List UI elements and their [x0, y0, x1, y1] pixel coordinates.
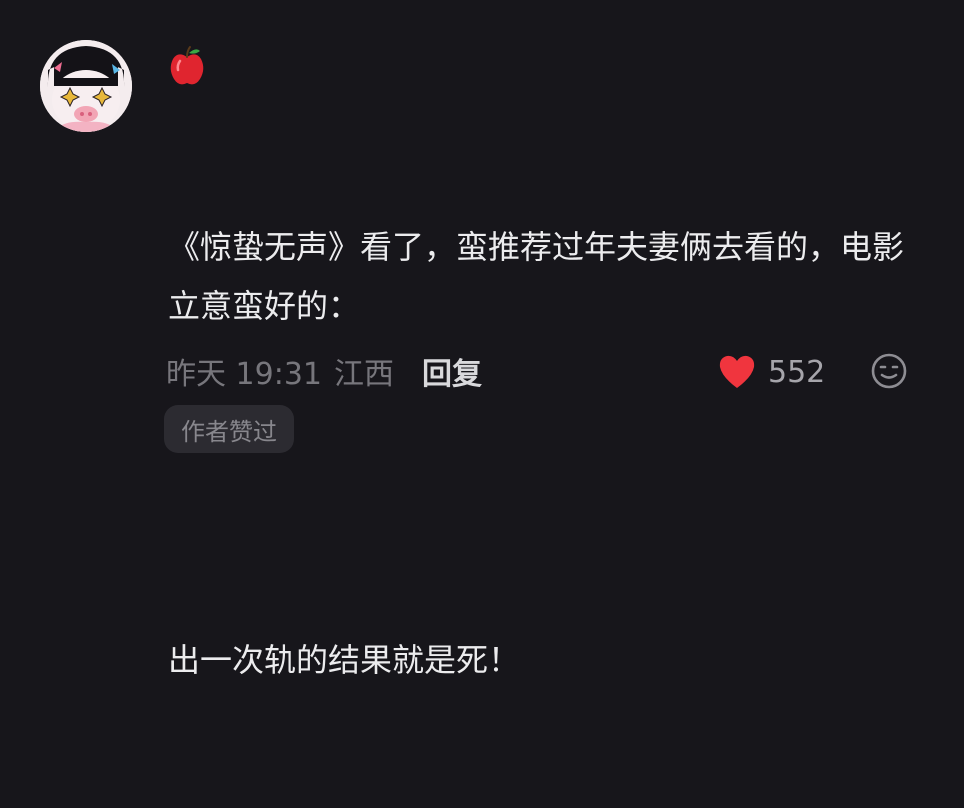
- like-count: 552: [768, 354, 826, 390]
- avatar[interactable]: [40, 40, 132, 132]
- apple-emoji-icon: [170, 46, 204, 85]
- comment-time: 昨天 19:31: [166, 357, 322, 392]
- emoji-reaction-button[interactable]: [870, 352, 908, 390]
- heart-icon: [719, 355, 755, 388]
- like-button[interactable]: 552: [718, 350, 825, 394]
- comment-meta: 昨天 19:31 江西 回复: [166, 348, 482, 394]
- comment-location: 江西: [334, 357, 394, 392]
- username[interactable]: [168, 44, 206, 88]
- comment-text: 《惊蛰无声》看了，蛮推荐过年夫妻俩去看的，电影立意蛮好的： 出一次轨的结果就是死…: [168, 100, 908, 808]
- comment-paragraph: 出一次轨的结果就是死！: [168, 641, 521, 679]
- reply-button[interactable]: 回复: [422, 349, 482, 393]
- author-liked-badge: 作者赞过: [164, 405, 294, 453]
- comment-item: 《惊蛰无声》看了，蛮推荐过年夫妻俩去看的，电影立意蛮好的： 出一次轨的结果就是死…: [0, 0, 964, 679]
- smiley-face-icon: [871, 353, 907, 389]
- comment-paragraph: 《惊蛰无声》看了，蛮推荐过年夫妻俩去看的，电影立意蛮好的：: [168, 228, 905, 325]
- avatar-image: [40, 40, 132, 132]
